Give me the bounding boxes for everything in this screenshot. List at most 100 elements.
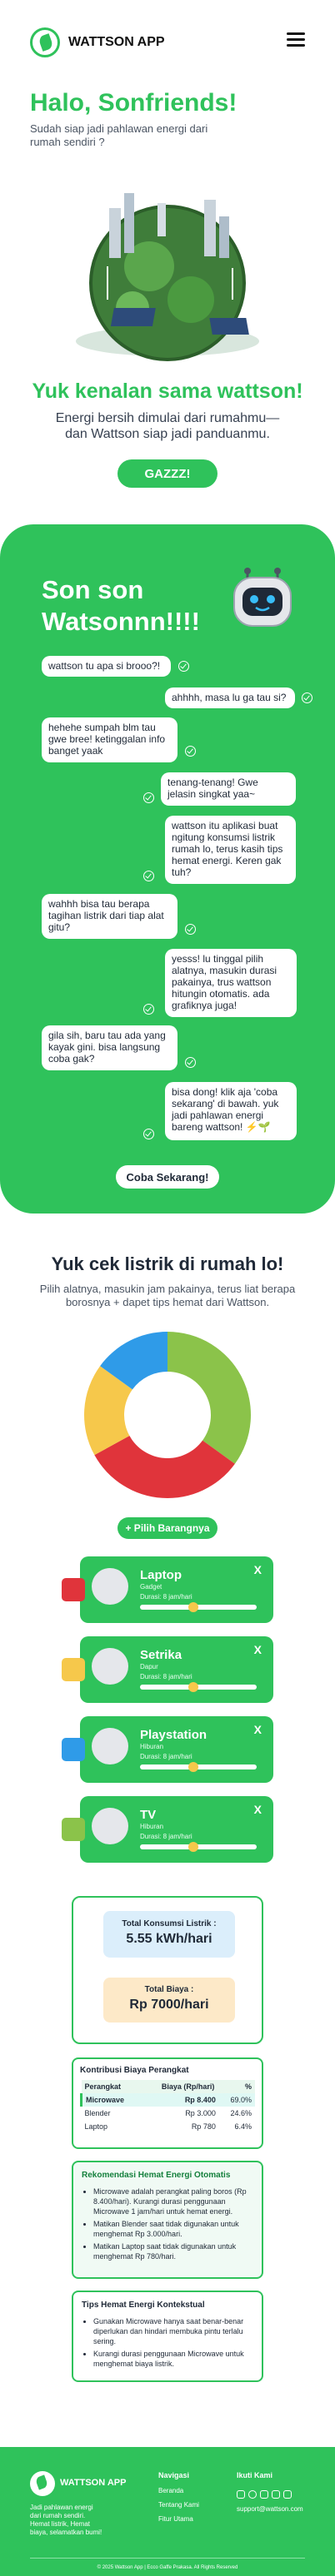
device-duration: Durasi: 8 jam/hari bbox=[140, 1833, 192, 1840]
device-duration: Durasi: 8 jam/hari bbox=[140, 1673, 192, 1680]
slider-knob[interactable] bbox=[188, 1682, 198, 1692]
recommendation-list: Microwave adalah perangkat paling boros … bbox=[82, 2186, 253, 2261]
device-card-laptop[interactable]: Laptop Gadget Durasi: 8 jam/hari X bbox=[62, 1556, 273, 1623]
tips-title: Tips Hemat Energi Kontekstual bbox=[82, 2301, 205, 2310]
footer-link-features[interactable]: Fitur Utama bbox=[158, 2515, 193, 2523]
device-name: Setrika bbox=[140, 1648, 182, 1662]
cost-label: Total Biaya : bbox=[144, 1985, 194, 1994]
device-name: TV bbox=[140, 1808, 157, 1822]
tips-list: Gunakan Microwave hanya saat benar-benar… bbox=[82, 2316, 253, 2369]
remove-device-icon[interactable]: X bbox=[254, 1723, 262, 1736]
hamburger-menu-icon[interactable] bbox=[287, 32, 305, 47]
footer-divider bbox=[30, 2558, 305, 2559]
duration-slider[interactable] bbox=[140, 1844, 257, 1849]
footer-logo-icon[interactable] bbox=[30, 2471, 55, 2496]
chat-message-9: bisa dong! klik aja 'coba sekarang' di b… bbox=[165, 1082, 297, 1140]
cell: Laptop bbox=[84, 2122, 108, 2131]
recommendation-title: Rekomendasi Hemat Energi Otomatis bbox=[82, 2171, 231, 2180]
tips-card: Tips Hemat Energi Kontekstual Gunakan Mi… bbox=[72, 2291, 263, 2382]
hero-subtitle: Sudah siap jadi pahlawan energi dari rum… bbox=[30, 122, 208, 148]
list-item: Matikan Laptop saat tidak digunakan untu… bbox=[93, 2241, 253, 2261]
slider-knob[interactable] bbox=[188, 1762, 198, 1772]
footer-tagline: Jadi pahlawan energi dari rumah sendiri.… bbox=[30, 2504, 102, 2536]
duration-slider[interactable] bbox=[140, 1764, 257, 1769]
read-check-icon bbox=[143, 1129, 154, 1139]
check-title: Yuk cek listrik di rumah lo! bbox=[51, 1253, 284, 1274]
cost-value: Rp 7000/hari bbox=[129, 1998, 209, 2012]
tv-icon bbox=[92, 1808, 128, 1844]
check-subtitle: Pilih alatnya, masukin jam pakainya, ter… bbox=[39, 1283, 296, 1308]
read-check-icon bbox=[143, 792, 154, 803]
read-check-icon bbox=[302, 692, 312, 703]
device-category: Dapur bbox=[140, 1663, 158, 1670]
contribution-card: Kontribusi Biaya Perangkat Perangkat Bia… bbox=[72, 2057, 263, 2149]
contact-title: Ikuti Kami bbox=[237, 2471, 273, 2479]
playstation-icon bbox=[92, 1728, 128, 1764]
duration-slider[interactable] bbox=[140, 1685, 257, 1690]
coba-sekarang-button[interactable]: Coba Sekarang! bbox=[116, 1165, 219, 1189]
footer-link-home[interactable]: Beranda bbox=[158, 2487, 183, 2494]
iron-icon bbox=[92, 1648, 128, 1685]
slider-knob[interactable] bbox=[188, 1602, 198, 1612]
wattson-logo-icon[interactable] bbox=[30, 27, 60, 57]
device-duration: Durasi: 8 jam/hari bbox=[140, 1593, 192, 1601]
green-city-globe-illustration bbox=[76, 193, 259, 361]
hero-greeting: Halo, Sonfriends! bbox=[30, 89, 238, 117]
chat-message-8: gila sih, baru tau ada yang kayak gini. … bbox=[42, 1025, 178, 1070]
recommendation-card: Rekomendasi Hemat Energi Otomatis Microw… bbox=[72, 2161, 263, 2279]
instagram-icon[interactable] bbox=[237, 2490, 245, 2499]
brand-name[interactable]: WATTSON APP bbox=[68, 35, 165, 50]
list-item: Gunakan Microwave hanya saat benar-benar… bbox=[93, 2316, 253, 2346]
intro-text: Energi bersih dimulai dari rumahmu—dan W… bbox=[55, 411, 280, 441]
cell: 24.6% bbox=[230, 2109, 252, 2117]
device-color-swatch bbox=[62, 1658, 85, 1681]
cell: 69.0% bbox=[230, 2096, 252, 2104]
table-row: Microwave Rp 8.400 69.0% bbox=[81, 2093, 255, 2107]
col-header: Perangkat bbox=[84, 2082, 122, 2091]
read-check-icon bbox=[185, 1057, 196, 1068]
facebook-icon[interactable] bbox=[283, 2490, 292, 2499]
device-card-playstation[interactable]: Playstation Hiburan Durasi: 8 jam/hari X bbox=[62, 1716, 273, 1783]
cell: Rp 8.400 bbox=[184, 2096, 216, 2104]
cell: Rp 780 bbox=[191, 2122, 216, 2131]
robot-mascot-icon bbox=[233, 568, 292, 627]
device-card-setrika[interactable]: Setrika Dapur Durasi: 8 jam/hari X bbox=[62, 1636, 273, 1703]
footer-brand[interactable]: WATTSON APP bbox=[60, 2478, 126, 2488]
footer-email[interactable]: support@wattson.com bbox=[237, 2505, 303, 2513]
cell: 6.4% bbox=[234, 2122, 252, 2131]
remove-device-icon[interactable]: X bbox=[254, 1563, 262, 1576]
chat-message-1: wattson tu apa si brooo?! bbox=[42, 656, 171, 677]
read-check-icon bbox=[143, 871, 154, 881]
device-card-tv[interactable]: TV Hiburan Durasi: 8 jam/hari X bbox=[62, 1796, 273, 1863]
laptop-icon bbox=[92, 1568, 128, 1605]
read-check-icon bbox=[185, 746, 196, 757]
chat-message-3: hehehe sumpah blm tau gwe bree! ketingga… bbox=[42, 717, 178, 762]
read-check-icon bbox=[185, 924, 196, 935]
remove-device-icon[interactable]: X bbox=[254, 1803, 262, 1816]
cell: Microwave bbox=[86, 2096, 125, 2104]
slider-knob[interactable] bbox=[188, 1842, 198, 1852]
chat-message-4: tenang-tenang! Gwe jelasin singkat yaa~ bbox=[161, 772, 296, 806]
chat-message-6: wahhh bisa tau berapa tagihan listrik da… bbox=[42, 894, 178, 939]
footer-copyright: © 2025 Wattson App | Ecco Gaffe Prakasa.… bbox=[97, 2565, 238, 2570]
consumption-value: 5.55 kWh/hari bbox=[126, 1932, 212, 1946]
chat-message-7: yesss! lu tinggal pilih alatnya, masukin… bbox=[165, 949, 297, 1017]
linkedin-icon[interactable] bbox=[260, 2490, 268, 2499]
usage-donut-chart bbox=[83, 1332, 251, 1498]
gazzz-button[interactable]: GAZZZ! bbox=[118, 459, 218, 488]
pick-device-button[interactable]: + Pilih Barangnya bbox=[118, 1517, 218, 1539]
nav-title: Navigasi bbox=[158, 2471, 190, 2479]
github-icon[interactable] bbox=[248, 2490, 257, 2499]
device-color-swatch bbox=[62, 1738, 85, 1761]
duration-slider[interactable] bbox=[140, 1605, 257, 1610]
youtube-icon[interactable] bbox=[272, 2490, 280, 2499]
list-item: Kurangi durasi penggunaan Microwave untu… bbox=[93, 2349, 253, 2369]
col-header: Biaya (Rp/hari) bbox=[161, 2082, 215, 2091]
device-category: Hiburan bbox=[140, 1743, 164, 1750]
device-color-swatch bbox=[62, 1818, 85, 1841]
remove-device-icon[interactable]: X bbox=[254, 1643, 262, 1656]
consumption-box: Total Konsumsi Listrik : 5.55 kWh/hari bbox=[103, 1911, 235, 1958]
device-category: Hiburan bbox=[140, 1823, 164, 1830]
device-name: Laptop bbox=[140, 1568, 182, 1582]
footer-link-about[interactable]: Tentang Kami bbox=[158, 2501, 199, 2509]
